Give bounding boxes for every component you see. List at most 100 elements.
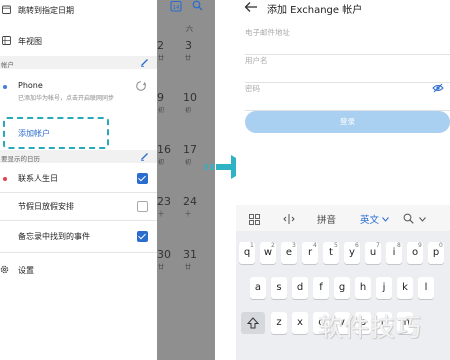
calendar-item-memo-events[interactable]: 备忘录中找到的事件 [0,230,157,244]
password-placeholder: 密码 [245,84,260,93]
birthday-color-dot [3,177,7,181]
year-view-icon [2,36,11,45]
username-placeholder: 用户名 [245,56,268,65]
lunar-label: 初 [158,159,165,166]
today-calendar-icon[interactable]: 14 [170,0,182,12]
divider [0,220,157,221]
key-a[interactable]: a [250,277,266,299]
page-title: 添加 Exchange 帐户 [267,5,363,16]
today-number: 14 [173,5,180,11]
birthday-checkbox[interactable] [137,173,148,184]
date-cell[interactable]: 31 [183,248,197,261]
calendars-section-label: 要显示的日历 [1,155,40,163]
date-cell[interactable]: 16 [157,143,171,156]
cursor-move-icon[interactable] [283,213,295,225]
add-exchange-account-screen: 添加 Exchange 帐户 电子邮件地址 用户名 密码 登录 拼音 英文 q … [236,0,450,360]
memo-events-checkbox[interactable] [137,231,148,242]
sync-icon[interactable] [135,80,147,92]
menu-goto-date[interactable]: 跳转到指定日期 [0,4,157,18]
username-field[interactable]: 用户名 [245,55,450,83]
phone-account-dot [3,85,7,89]
key-hint-6: 6 [355,242,359,249]
key-k[interactable]: k [397,277,413,299]
lunar-label: 十 [185,211,192,218]
lunar-label: 廿 [158,264,165,271]
lunar-label: 廿 [185,55,192,62]
lunar-label: 廿 [158,55,165,62]
calendars-section-header: 要显示的日历 [0,150,157,163]
calendar-side-drawer: 跳转到指定日期 年视图 帐户 Phone 已添加华为帐号，点击开启联网同步 添加… [0,0,157,360]
key-d[interactable]: d [292,277,308,299]
lunar-label: 初 [158,107,165,114]
password-field[interactable]: 密码 [245,83,450,111]
key-h[interactable]: h [355,277,371,299]
lunar-label: 初 [185,107,192,114]
date-cell[interactable]: 24 [183,195,197,208]
phone-account-title: Phone [18,81,43,90]
email-placeholder: 电子邮件地址 [245,28,290,37]
divider [0,252,157,253]
settings-label: 设置 [18,266,34,275]
lunar-label: 廿 [185,264,192,271]
date-cell[interactable]: 9 [157,91,164,104]
email-field[interactable]: 电子邮件地址 [245,27,450,55]
menu-settings[interactable]: 设置 [0,264,157,278]
lunar-label: 初 [185,159,192,166]
grid-menu-icon[interactable] [249,214,260,225]
key-s[interactable]: s [271,277,287,299]
date-cell[interactable]: 2 [157,39,164,52]
add-account-highlight-box [3,117,109,149]
watermark-text: 软件技巧 [318,313,423,342]
shift-arrow-icon [247,317,259,329]
key-x[interactable]: x [292,312,308,334]
key-hint-0: 0 [439,242,443,249]
key-hint-3: 3 [292,242,296,249]
lunar-label: 十 [158,211,165,218]
chevron-down-icon[interactable] [419,217,426,222]
chevron-down-icon[interactable] [382,217,389,222]
key-hint-7: 7 [376,242,380,249]
key-g[interactable]: g [334,277,350,299]
key-hint-8: 8 [397,242,401,249]
date-cell[interactable]: 23 [157,195,171,208]
show-password-eye-icon[interactable] [432,83,444,93]
key-hint-2: 2 [271,242,275,249]
calendar-item-birthdays[interactable]: 联系人生日 [0,172,157,186]
key-hint-4: 4 [313,242,317,249]
edit-accounts-icon[interactable] [140,58,149,67]
key-z[interactable]: z [271,312,287,334]
calendar-item-label: 联系人生日 [18,174,58,183]
date-cell[interactable]: 30 [157,248,171,261]
date-cell[interactable]: 10 [183,91,197,104]
key-hint-1: 1 [250,242,254,249]
calendar-item-holidays[interactable]: 节假日放假安排 [0,200,157,214]
search-icon[interactable] [403,213,414,224]
shift-key[interactable] [241,312,265,334]
accounts-section-header: 帐户 [0,56,157,69]
goto-date-icon [2,5,11,14]
search-icon[interactable] [192,0,203,11]
phone-account-item[interactable]: Phone 已添加华为帐号，点击开启联网同步 [0,80,157,108]
weekday-header: 六 [186,25,193,33]
phone-account-desc: 已添加华为帐号，点击开启联网同步 [18,95,115,102]
edit-calendars-icon[interactable] [140,152,149,161]
calendar-item-label: 备忘录中找到的事件 [18,232,90,241]
divider [0,192,157,193]
keyboard-toolbar: 拼音 英文 [236,205,450,231]
pinyin-mode[interactable]: 拼音 [317,212,336,226]
gear-icon [0,265,9,274]
english-mode[interactable]: 英文 [360,212,379,226]
date-cell[interactable]: 3 [185,39,192,52]
year-view-label: 年视图 [18,37,42,46]
key-j[interactable]: j [376,277,392,299]
back-arrow-icon[interactable] [244,1,258,13]
menu-year-view[interactable]: 年视图 [0,35,157,49]
accounts-section-label: 帐户 [1,61,14,69]
date-cell[interactable]: 17 [183,143,197,156]
key-l[interactable]: l [418,277,434,299]
calendar-item-label: 节假日放假安排 [18,202,74,211]
login-button[interactable]: 登录 [245,111,450,133]
key-f[interactable]: f [313,277,329,299]
holiday-checkbox[interactable] [137,201,148,212]
calendar-app-screen: 14 六 2 廿 3 廿 9 初 10 初 16 初 17 初 23 十 24 … [0,0,215,360]
